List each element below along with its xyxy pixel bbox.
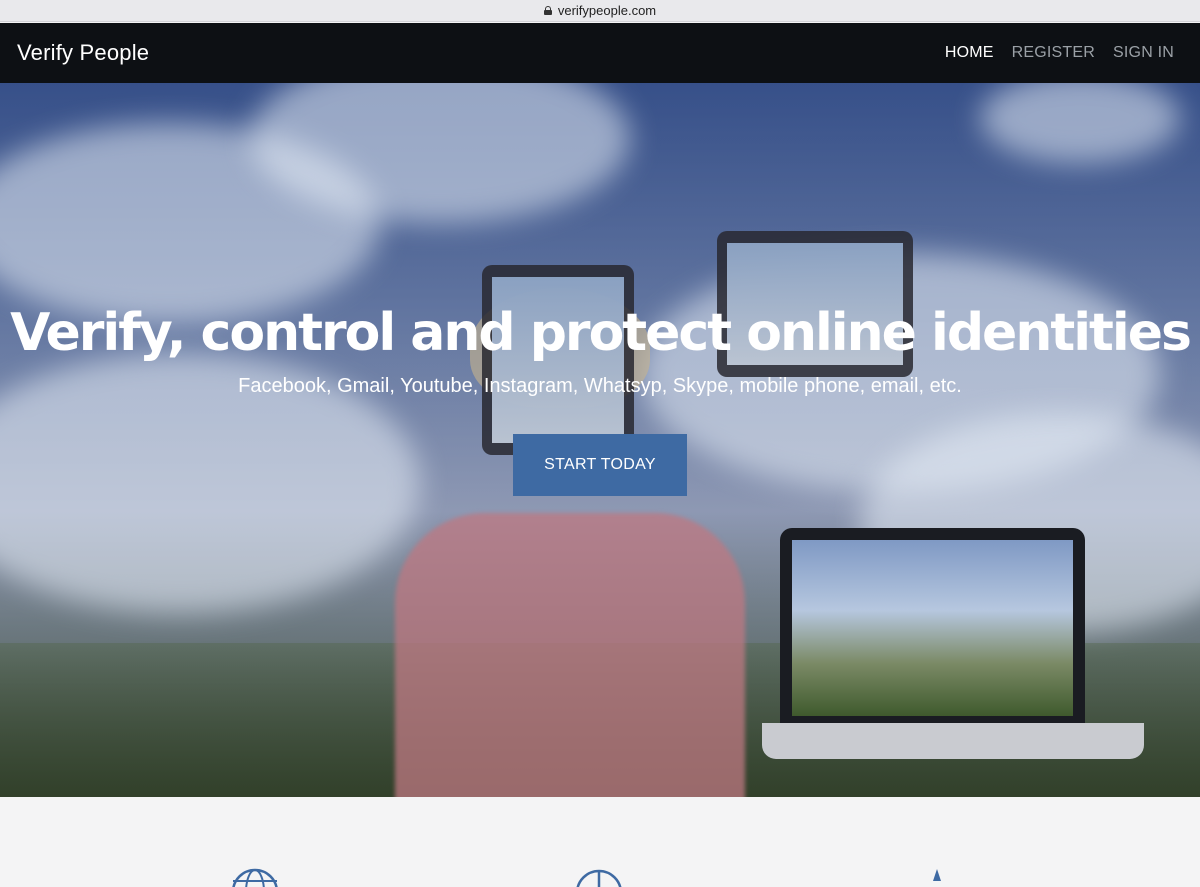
hero-section: Verify, control and protect online ident… <box>0 83 1200 797</box>
lock-icon <box>543 6 552 15</box>
browser-address-bar[interactable]: verifypeople.com <box>0 0 1200 22</box>
main-nav: HOME REGISTER SIGN IN <box>945 44 1174 62</box>
features-section <box>0 797 1200 887</box>
nav-link-sign-in[interactable]: SIGN IN <box>1113 44 1174 62</box>
rocket-icon <box>933 869 941 881</box>
brand-logo[interactable]: Verify People <box>17 40 149 66</box>
start-today-button[interactable]: START TODAY <box>513 434 687 496</box>
nav-link-register[interactable]: REGISTER <box>1012 44 1095 62</box>
pie-chart-icon <box>576 869 622 887</box>
hero-subheadline: Facebook, Gmail, Youtube, Instagram, Wha… <box>238 375 962 397</box>
url-text[interactable]: verifypeople.com <box>558 3 656 18</box>
nav-link-home[interactable]: HOME <box>945 44 994 62</box>
globe-icon <box>232 868 278 887</box>
hero-content: Verify, control and protect online ident… <box>0 303 1200 496</box>
navbar: Verify People HOME REGISTER SIGN IN <box>0 23 1200 83</box>
hero-headline: Verify, control and protect online ident… <box>10 303 1192 363</box>
